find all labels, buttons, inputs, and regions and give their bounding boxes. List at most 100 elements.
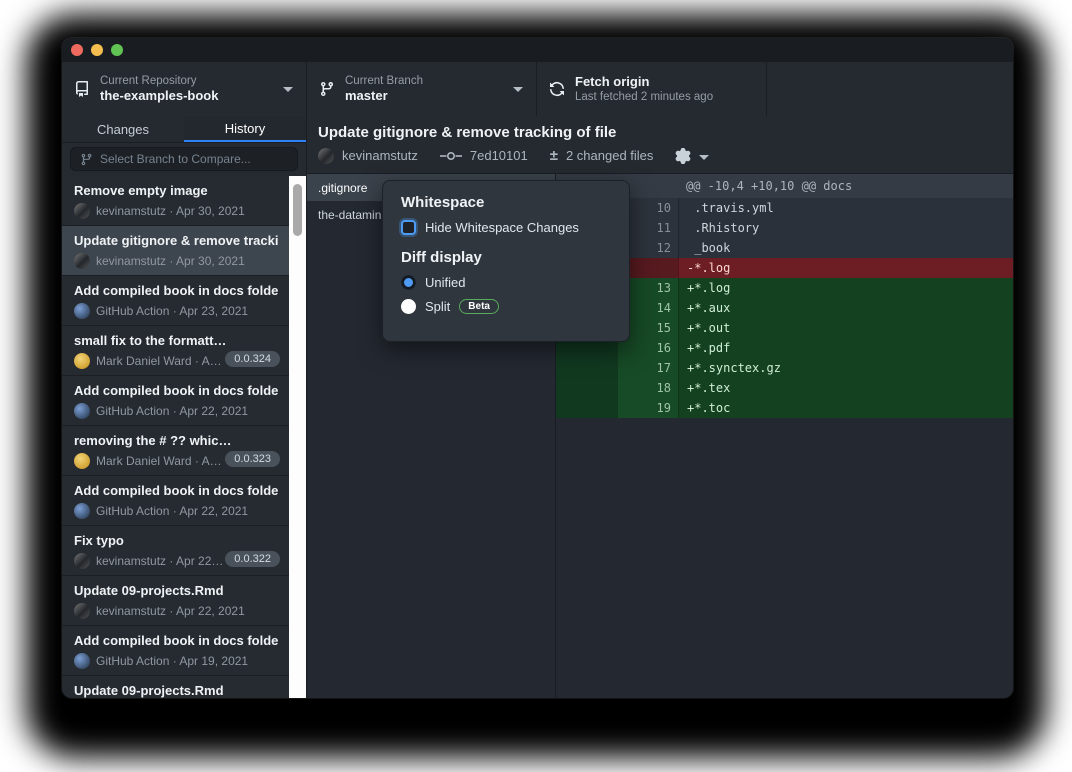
repo-icon xyxy=(74,81,90,97)
commit-title: Update gitignore & remove tracking of fi… xyxy=(318,124,1013,141)
branch-compare-input[interactable]: Select Branch to Compare... xyxy=(70,147,298,171)
commit-list-item[interactable]: Fix typo kevinamstutz · Apr 22… 0.0.322 xyxy=(62,526,289,576)
diff-line-text: +*.log xyxy=(678,278,1013,298)
diff-icon: ± xyxy=(550,147,558,164)
commit-item-meta: GitHub Action · Apr 22, 2021 xyxy=(96,404,248,418)
commit-item-meta: GitHub Action · Apr 22, 2021 xyxy=(96,504,248,518)
diff-line[interactable]: 19 +*.toc xyxy=(556,398,1013,418)
commit-header: Update gitignore & remove tracking of fi… xyxy=(307,116,1013,174)
diff-line-text: +*.aux xyxy=(678,298,1013,318)
unified-radio[interactable] xyxy=(401,275,416,290)
tab-history[interactable]: History xyxy=(184,116,306,142)
commit-list-item[interactable]: Update 09-projects.Rmd kevinamstutz · Ap… xyxy=(62,576,289,626)
avatar xyxy=(74,453,90,469)
commit-item-title: Remove empty image xyxy=(74,183,279,198)
fetch-status: Last fetched 2 minutes ago xyxy=(575,90,713,104)
gear-icon[interactable] xyxy=(675,148,691,164)
avatar xyxy=(74,403,90,419)
zoom-window-button[interactable] xyxy=(111,44,123,56)
repository-name: the-examples-book xyxy=(100,88,218,104)
split-radio[interactable] xyxy=(401,299,416,314)
titlebar xyxy=(62,38,1013,62)
diff-line-text: .Rhistory xyxy=(678,218,1013,238)
minimize-window-button[interactable] xyxy=(91,44,103,56)
history-scrollbar[interactable] xyxy=(289,176,306,698)
avatar xyxy=(74,653,90,669)
hide-whitespace-checkbox[interactable] xyxy=(401,220,416,235)
close-window-button[interactable] xyxy=(71,44,83,56)
hide-whitespace-label: Hide Whitespace Changes xyxy=(425,220,579,235)
whitespace-heading: Whitespace xyxy=(401,194,613,211)
sidebar-tabs: Changes History xyxy=(62,116,306,143)
commit-item-meta: Mark Daniel Ward · A… xyxy=(96,354,222,368)
commit-list-item[interactable]: Update 09-projects.Rmd xyxy=(62,676,289,698)
compare-placeholder: Select Branch to Compare... xyxy=(100,152,251,166)
current-branch-dropdown[interactable]: Current Branch master xyxy=(307,62,537,116)
commit-item-title: Add compiled book in docs folder. xyxy=(74,383,279,398)
branch-label: Current Branch xyxy=(345,74,423,88)
old-line-number xyxy=(556,378,618,398)
new-line-number: 19 xyxy=(618,398,678,418)
version-badge: 0.0.323 xyxy=(225,451,280,467)
fetch-origin-button[interactable]: Fetch origin Last fetched 2 minutes ago xyxy=(537,62,767,116)
avatar xyxy=(74,203,90,219)
diff-line[interactable]: 18 +*.tex xyxy=(556,378,1013,398)
version-badge: 0.0.324 xyxy=(225,351,280,367)
branch-icon xyxy=(80,153,93,166)
toolbar: Current Repository the-examples-book Cur… xyxy=(62,62,1013,117)
avatar xyxy=(318,148,334,164)
commit-item-title: Update 09-projects.Rmd xyxy=(74,683,279,698)
tab-changes[interactable]: Changes xyxy=(62,116,184,142)
new-line-number: 16 xyxy=(618,338,678,358)
diff-options-popover: Whitespace Hide Whitespace Changes Diff … xyxy=(382,180,630,342)
commit-item-meta: kevinamstutz · Apr 30, 2021 xyxy=(96,254,245,268)
file-name: .gitignore xyxy=(318,181,367,195)
commit-list-item[interactable]: Add compiled book in docs folder. GitHub… xyxy=(62,476,289,526)
commit-item-title: Update gitignore & remove tracki… xyxy=(74,233,279,248)
commit-list-item[interactable]: Add compiled book in docs folder. GitHub… xyxy=(62,626,289,676)
commit-history-list: Remove empty image kevinamstutz · Apr 30… xyxy=(62,176,289,698)
diff-line-text: -*.log xyxy=(678,258,1013,278)
branch-name: master xyxy=(345,88,423,104)
old-line-number xyxy=(556,398,618,418)
commit-list-item[interactable]: Update gitignore & remove tracki… kevina… xyxy=(62,226,289,276)
changed-files-count: 2 changed files xyxy=(566,148,653,163)
file-name: the-datamin xyxy=(318,208,381,222)
commit-icon xyxy=(440,150,462,162)
commit-item-title: Fix typo xyxy=(74,533,279,548)
chevron-down-icon[interactable] xyxy=(699,155,709,160)
commit-item-title: Add compiled book in docs folder. xyxy=(74,283,279,298)
commit-author: kevinamstutz xyxy=(342,148,418,163)
diff-line-text: +*.out xyxy=(678,318,1013,338)
chevron-down-icon xyxy=(513,87,523,92)
scrollbar-thumb[interactable] xyxy=(293,184,302,236)
diff-line[interactable]: 17 +*.synctex.gz xyxy=(556,358,1013,378)
commit-list-item[interactable]: Add compiled book in docs folder. GitHub… xyxy=(62,276,289,326)
commit-list-item[interactable]: Add compiled book in docs folder. GitHub… xyxy=(62,376,289,426)
commit-item-title: Add compiled book in docs folder. xyxy=(74,483,279,498)
commit-hash: 7ed10101 xyxy=(470,148,528,163)
avatar xyxy=(74,503,90,519)
commit-item-meta: Mark Daniel Ward · A… xyxy=(96,454,222,468)
avatar xyxy=(74,303,90,319)
commit-list-item[interactable]: small fix to the formatt… Mark Daniel Wa… xyxy=(62,326,289,376)
commit-item-title: Update 09-projects.Rmd xyxy=(74,583,279,598)
commit-item-title: small fix to the formatt… xyxy=(74,333,279,348)
commit-item-meta: GitHub Action · Apr 23, 2021 xyxy=(96,304,248,318)
commit-list-item[interactable]: removing the # ?? whic… Mark Daniel Ward… xyxy=(62,426,289,476)
beta-badge: Beta xyxy=(459,299,499,314)
history-sidebar: Changes History Select Branch to Compare… xyxy=(62,116,307,698)
split-label: Split xyxy=(425,299,450,314)
fetch-label: Fetch origin xyxy=(575,74,713,90)
commit-item-meta: kevinamstutz · Apr 22, 2021 xyxy=(96,604,245,618)
sync-icon xyxy=(549,81,565,97)
current-repository-dropdown[interactable]: Current Repository the-examples-book xyxy=(62,62,307,116)
new-line-number: 18 xyxy=(618,378,678,398)
diff-line-text: +*.synctex.gz xyxy=(678,358,1013,378)
diff-display-heading: Diff display xyxy=(401,249,613,266)
diff-line-text: +*.tex xyxy=(678,378,1013,398)
commit-item-title: removing the # ?? whic… xyxy=(74,433,279,448)
diff-line-text: .travis.yml xyxy=(678,198,1013,218)
commit-list-item[interactable]: Remove empty image kevinamstutz · Apr 30… xyxy=(62,176,289,226)
commit-item-title: Add compiled book in docs folder. xyxy=(74,633,279,648)
